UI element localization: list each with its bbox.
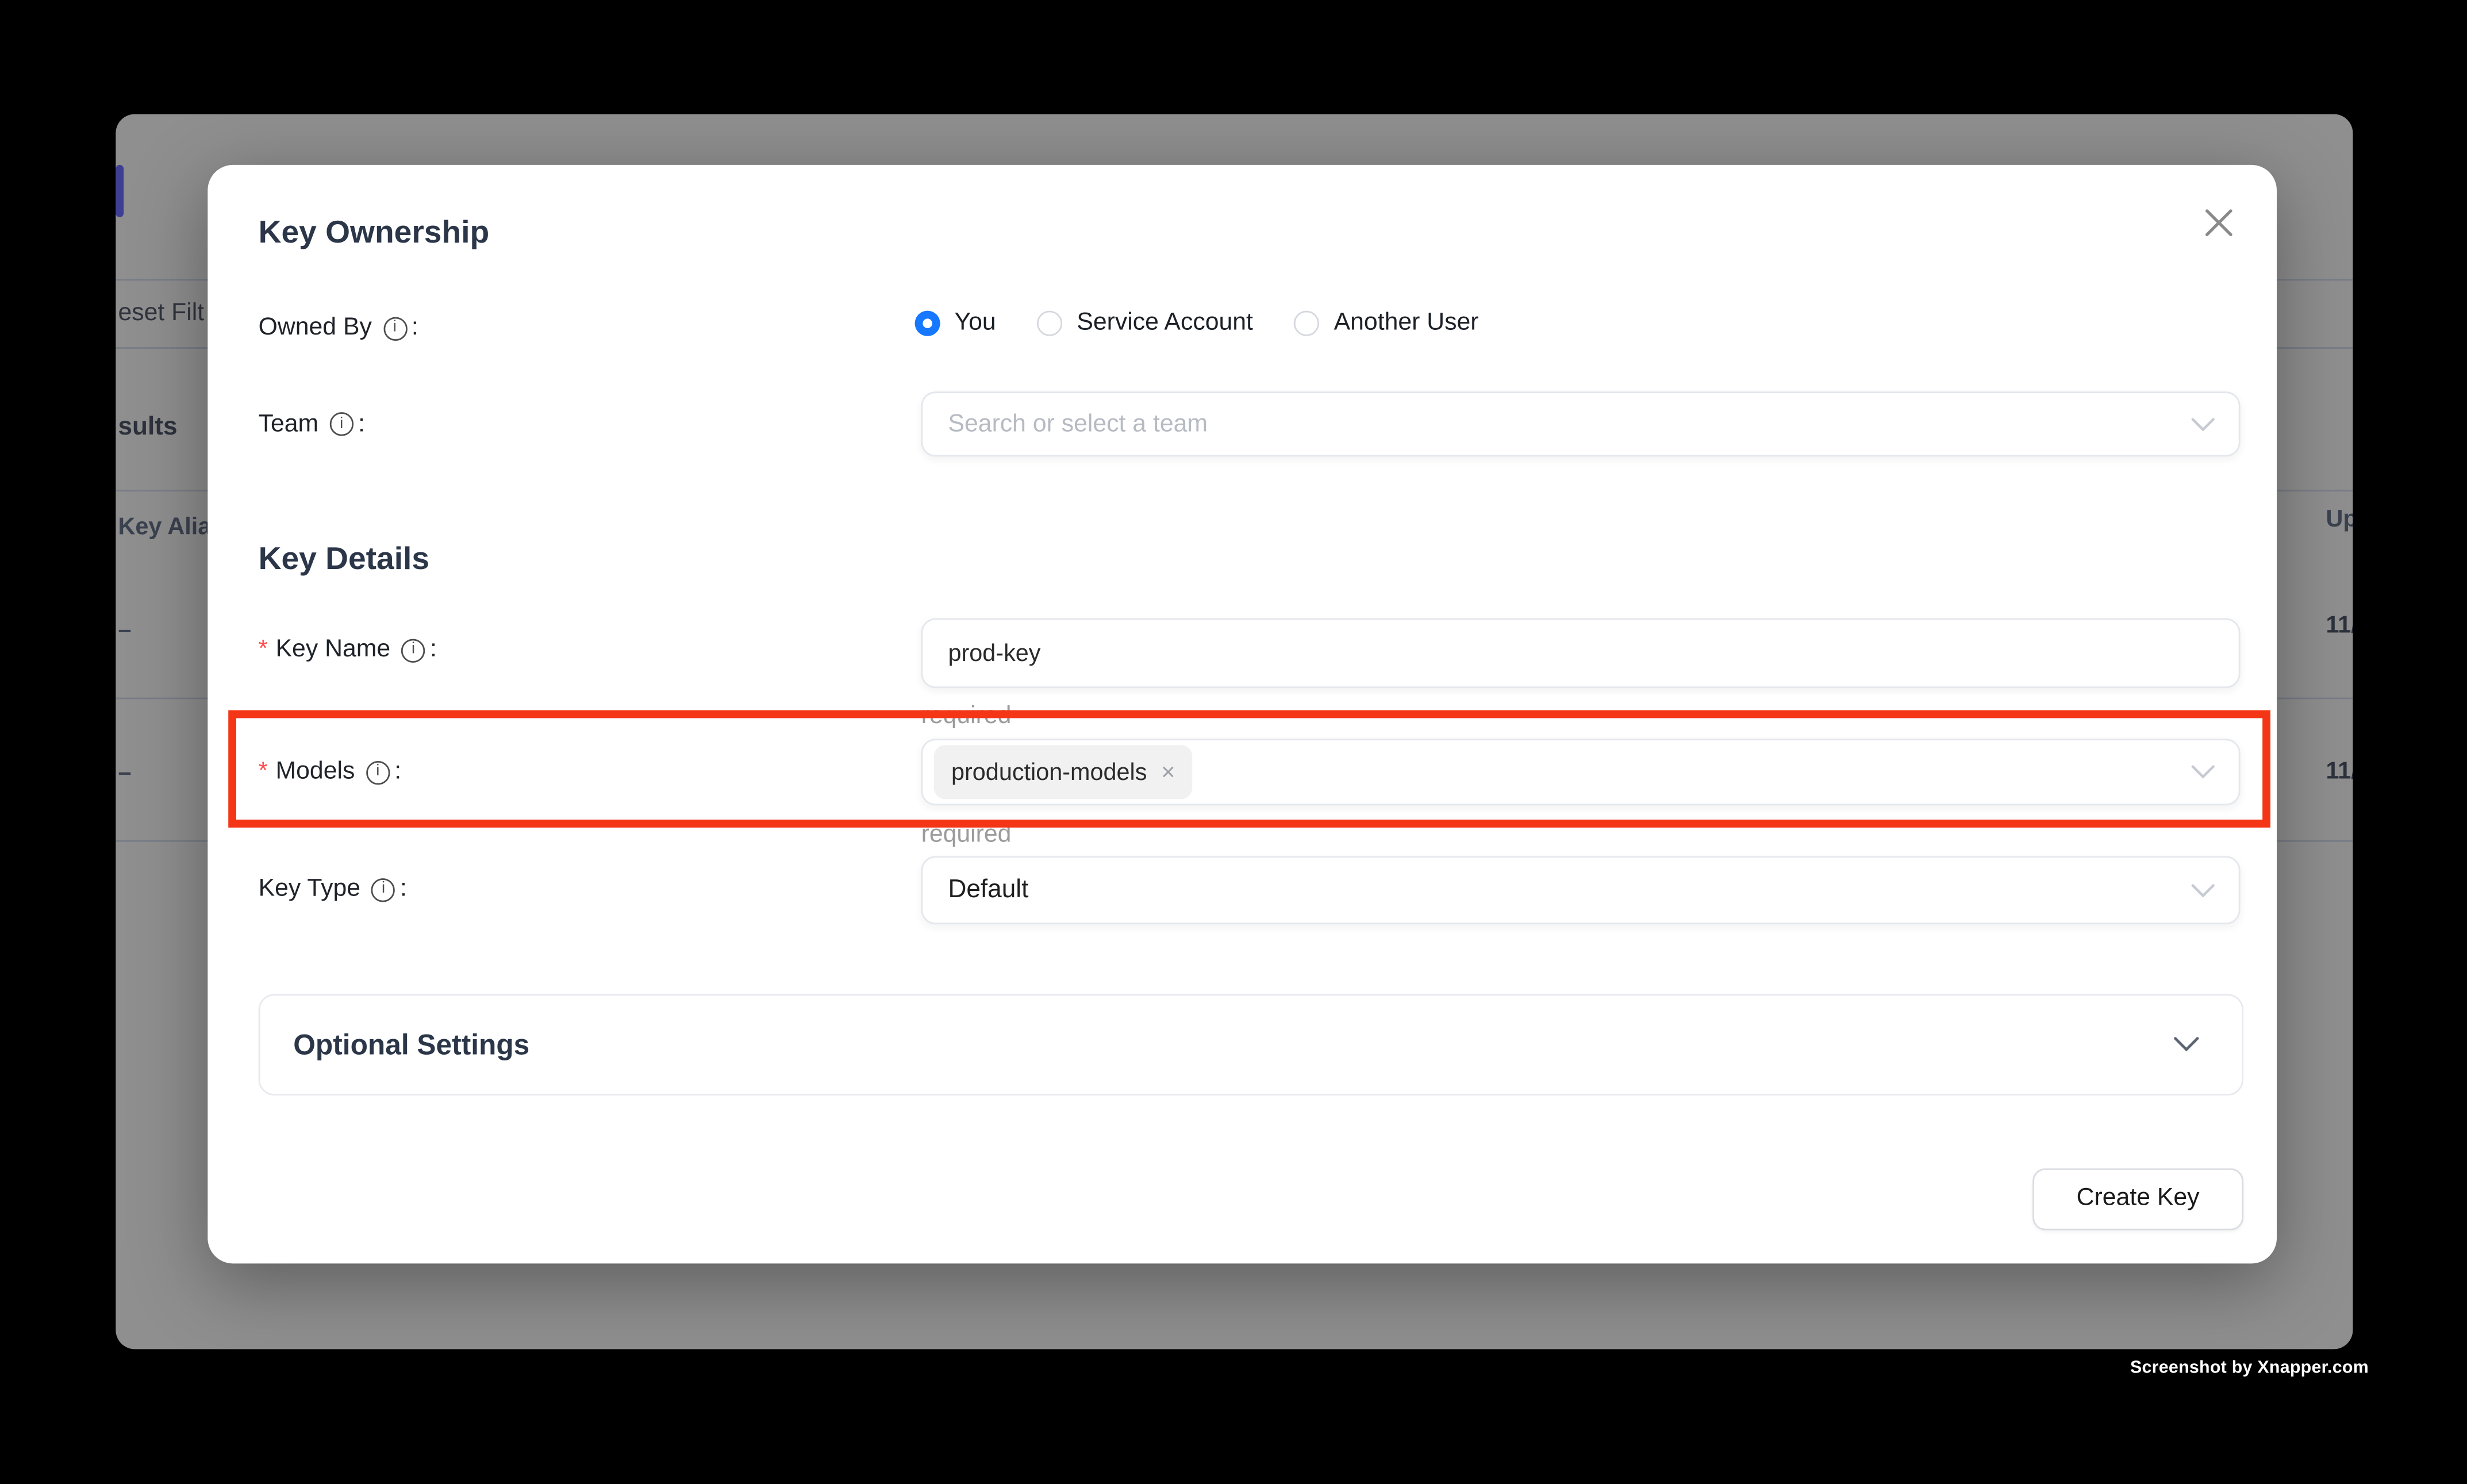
required-asterisk: * xyxy=(259,633,268,668)
label-colon: : xyxy=(412,311,418,346)
key-type-label-text: Key Type xyxy=(259,872,360,907)
info-icon: i xyxy=(401,638,425,662)
models-select[interactable]: production-models × xyxy=(921,739,2241,805)
label-colon: : xyxy=(358,407,365,442)
key-name-input[interactable] xyxy=(948,640,2112,667)
key-type-label: Key Type i : xyxy=(259,872,407,907)
close-button[interactable] xyxy=(2193,197,2243,247)
key-name-label: * Key Name i : xyxy=(259,633,437,668)
create-key-button-fragment xyxy=(116,165,124,217)
chevron-down-icon xyxy=(2174,1037,2199,1053)
radio-label: Service Account xyxy=(1077,309,1253,338)
modal-title: Key Ownership xyxy=(259,211,490,255)
selected-model-tag: production-models × xyxy=(934,745,1193,799)
label-colon: : xyxy=(400,872,407,907)
radio-selected-icon[interactable] xyxy=(915,311,940,336)
chevron-down-icon xyxy=(2191,883,2215,897)
close-icon xyxy=(2203,207,2233,237)
key-name-field xyxy=(921,618,2241,688)
team-label: Team i : xyxy=(259,407,365,442)
create-key-modal: Key Ownership Owned By i : You Service A… xyxy=(207,165,2277,1264)
table-row-updated-date: 11/ xyxy=(2326,755,2352,788)
models-label-text: Models xyxy=(276,755,355,790)
team-select-placeholder: Search or select a team xyxy=(948,410,1208,439)
key-type-value: Default xyxy=(948,876,1028,905)
required-asterisk: * xyxy=(259,755,268,790)
owned-by-label-text: Owned By xyxy=(259,311,372,346)
team-label-text: Team xyxy=(259,407,319,442)
info-icon: i xyxy=(383,316,406,340)
updated-column-header: Up xyxy=(2326,502,2352,536)
screenshot-stage: eset Filt sults Key Alia – – Up 11/ 11/ … xyxy=(0,0,2467,1484)
optional-settings-panel[interactable]: Optional Settings xyxy=(259,994,2243,1095)
key-details-heading: Key Details xyxy=(259,537,429,582)
models-validation-message: required xyxy=(921,818,1012,851)
info-icon: i xyxy=(366,760,390,784)
create-key-button[interactable]: Create Key xyxy=(2032,1168,2243,1229)
label-colon: : xyxy=(394,755,401,790)
chevron-down-icon xyxy=(2191,765,2215,779)
tag-remove-icon[interactable]: × xyxy=(1161,759,1175,786)
table-row-updated-date: 11/ xyxy=(2326,609,2352,642)
results-partial-text: sults xyxy=(118,410,177,444)
key-name-label-text: Key Name xyxy=(276,633,391,668)
key-name-validation-message: required xyxy=(921,699,1012,732)
table-row-key-alias: – xyxy=(118,756,131,790)
owned-by-radio-group: You Service Account Another User xyxy=(915,309,1479,338)
key-alias-column-header: Key Alia xyxy=(118,510,211,544)
info-icon: i xyxy=(329,412,353,436)
watermark-text: Screenshot by Xnapper.com xyxy=(2130,1359,2369,1378)
radio-unselected-icon[interactable] xyxy=(1294,311,1320,336)
info-icon: i xyxy=(371,878,395,901)
radio-option-another-user[interactable]: Another User xyxy=(1294,309,1479,338)
create-key-button-label: Create Key xyxy=(2077,1185,2200,1213)
radio-option-service-account[interactable]: Service Account xyxy=(1037,309,1253,338)
model-tag-label: production-models xyxy=(951,759,1147,786)
radio-unselected-icon[interactable] xyxy=(1037,311,1062,336)
owned-by-label: Owned By i : xyxy=(259,311,418,346)
optional-settings-label: Optional Settings xyxy=(293,1028,529,1062)
reset-filters-partial-text: eset Filt xyxy=(118,297,204,330)
table-row-key-alias: – xyxy=(118,613,131,646)
models-label: * Models i : xyxy=(259,755,402,790)
label-colon: : xyxy=(430,633,437,668)
radio-label: Another User xyxy=(1334,309,1479,338)
chevron-down-icon xyxy=(2191,417,2215,431)
key-type-select[interactable]: Default xyxy=(921,856,2241,925)
radio-option-you[interactable]: You xyxy=(915,309,996,338)
radio-label: You xyxy=(955,309,996,338)
team-select[interactable]: Search or select a team xyxy=(921,391,2241,456)
